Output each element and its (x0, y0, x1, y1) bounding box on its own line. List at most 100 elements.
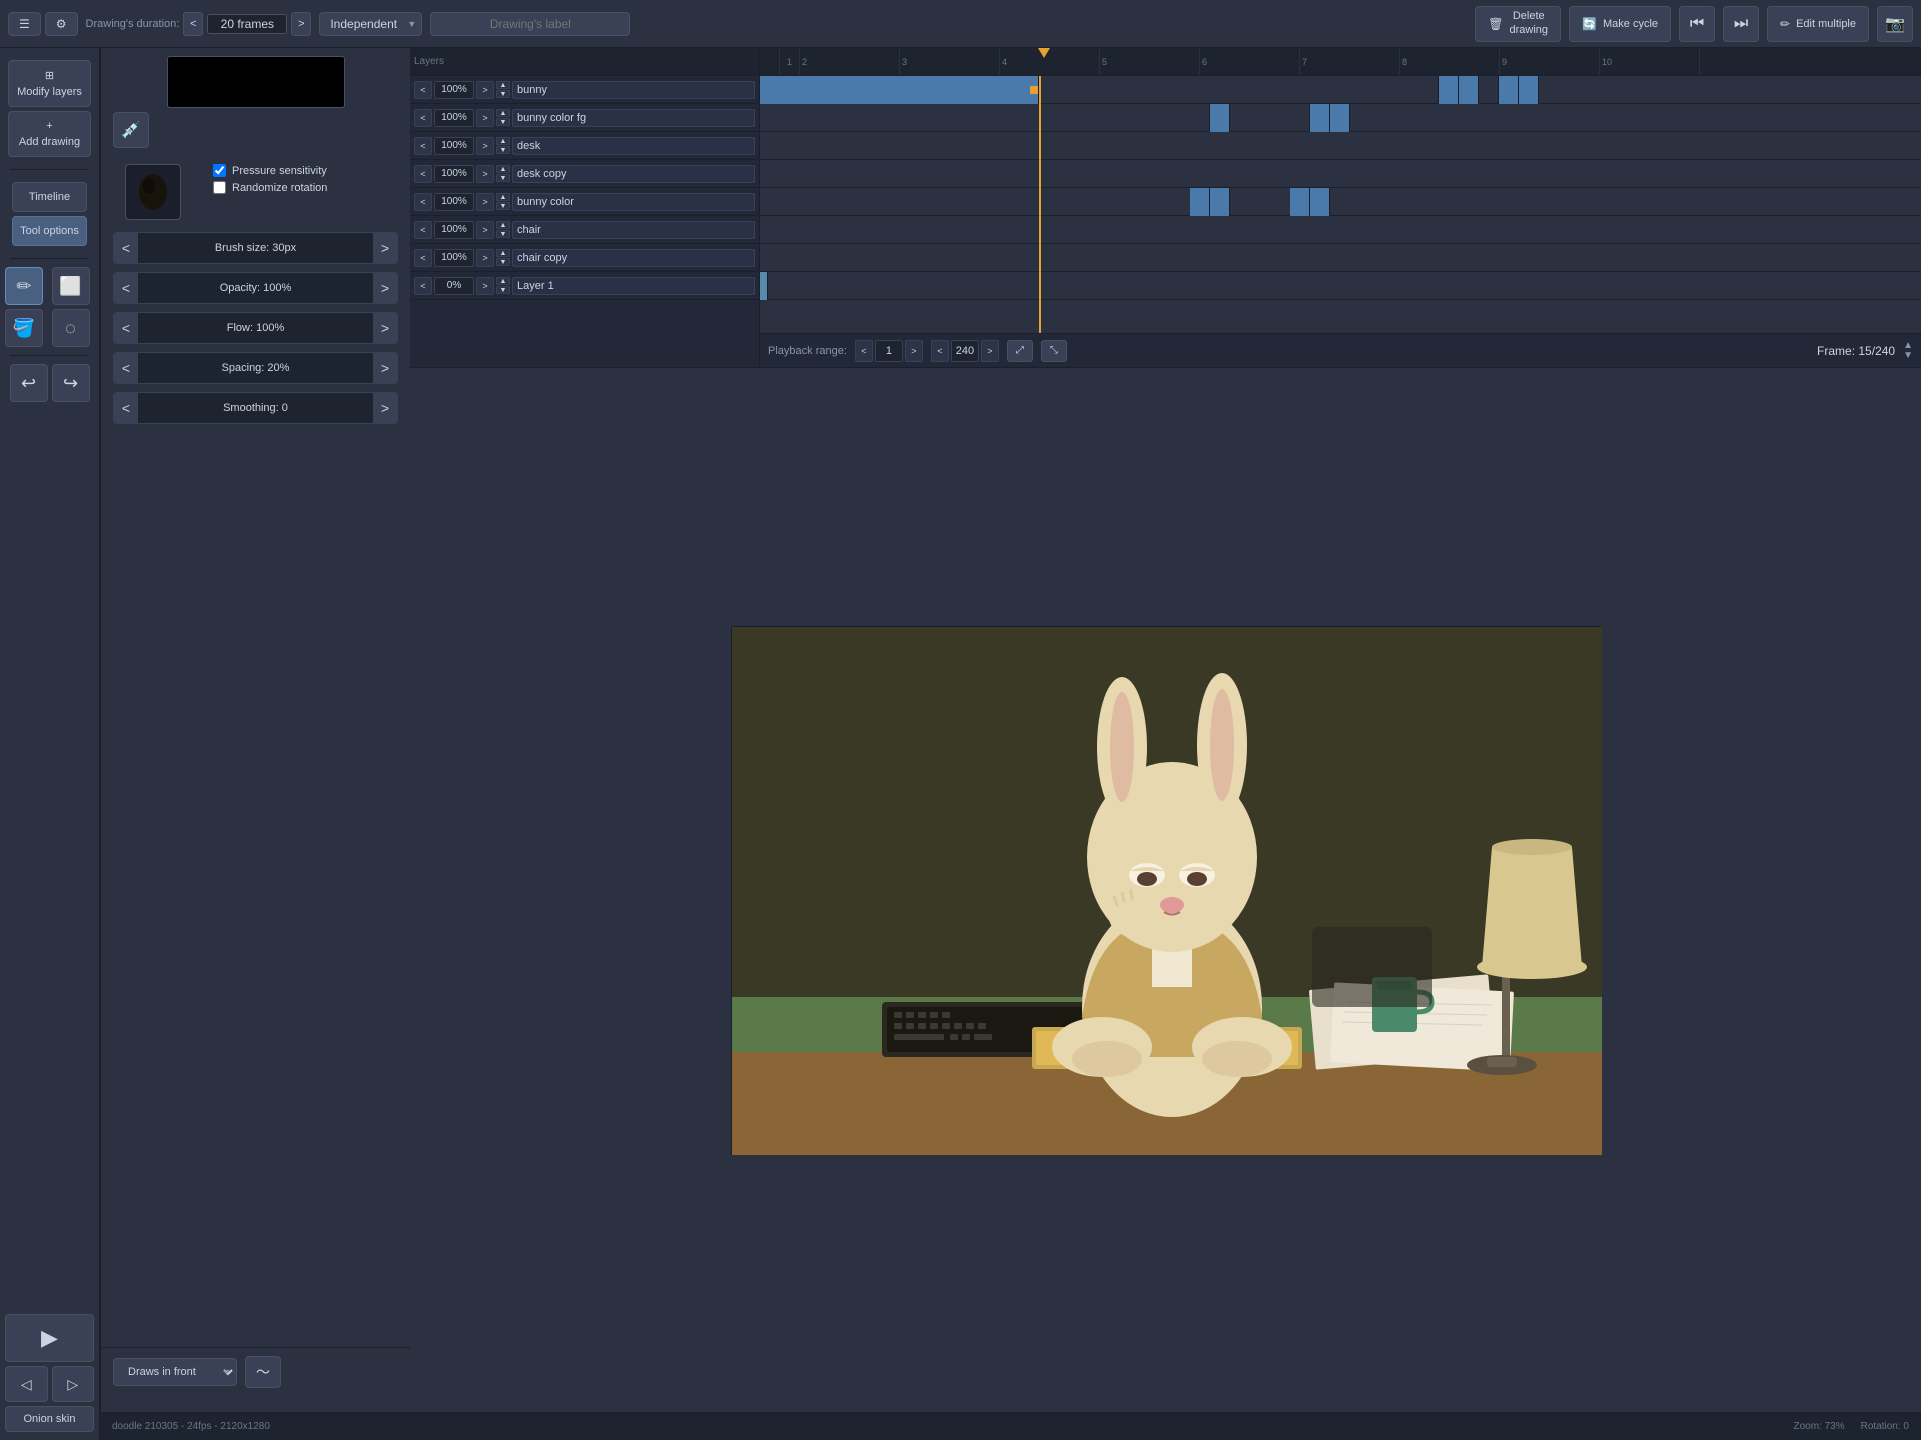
layer-arr-up-bcfg[interactable]: ▲ (496, 109, 510, 117)
eraser-tool-button[interactable]: ⬜ (52, 267, 90, 305)
flow-decrease[interactable]: < (114, 313, 138, 343)
prev-frame-button[interactable]: ⏮ (1679, 6, 1715, 42)
layer-vol-right-bc[interactable]: > (476, 193, 494, 211)
wave-button[interactable]: 〜 (245, 1356, 281, 1388)
drawing-label-input[interactable] (430, 12, 630, 36)
make-cycle-button[interactable]: 🔄 Make cycle (1569, 6, 1671, 42)
pb-start-decrease[interactable]: < (855, 340, 873, 362)
layer-vol-right-chaircopy[interactable]: > (476, 249, 494, 267)
smoothing-increase[interactable]: > (373, 393, 397, 423)
brush-size-increase[interactable]: > (373, 233, 397, 263)
add-drawing-button[interactable]: + Add drawing (8, 111, 91, 157)
layer-arr-dn-bcfg[interactable]: ▼ (496, 118, 510, 126)
opacity-decrease[interactable]: < (114, 273, 138, 303)
layer-arr-dn-bunny[interactable]: ▼ (496, 90, 510, 98)
layer-vol-right-bcfg[interactable]: > (476, 109, 494, 127)
expand-horizontal-button[interactable]: ⤡ (1041, 340, 1067, 362)
layer-vol-left-bunny[interactable]: < (414, 81, 432, 99)
layer-arr-dn-deskcopy[interactable]: ▼ (496, 174, 510, 182)
camera-button[interactable]: 📷 (1877, 6, 1913, 42)
settings-button[interactable]: ⚙ (45, 12, 78, 36)
pb-end-increase[interactable]: > (981, 340, 999, 362)
spacing-increase[interactable]: > (373, 353, 397, 383)
menu-button[interactable]: ☰ (8, 12, 41, 36)
pressure-sensitivity-checkbox[interactable] (213, 164, 226, 177)
layer-name-bunny[interactable]: bunny (512, 81, 755, 99)
layer-vol-left-deskcopy[interactable]: < (414, 165, 432, 183)
layer-name-deskcopy[interactable]: desk copy (512, 165, 755, 183)
undo-button[interactable]: ↩ (10, 364, 48, 402)
layer-name-chaircopy[interactable]: chair copy (512, 249, 755, 267)
spacing-decrease[interactable]: < (114, 353, 138, 383)
rotation-info: Rotation: 0 (1861, 1421, 1909, 1432)
layer-vol-left-desk[interactable]: < (414, 137, 432, 155)
opacity-increase[interactable]: > (373, 273, 397, 303)
layer-name-l1[interactable]: Layer 1 (512, 277, 755, 295)
layer-vol-left-chair[interactable]: < (414, 221, 432, 239)
edit-multiple-button[interactable]: ✏ Edit multiple (1767, 6, 1869, 42)
track-bunny (760, 76, 1921, 104)
lasso-tool-button[interactable]: ◌ (52, 309, 90, 347)
layer-name-chair[interactable]: chair (512, 221, 755, 239)
draws-in-front-dropdown[interactable]: Draws in front Draws behind (113, 1358, 237, 1386)
brush-size-decrease[interactable]: < (114, 233, 138, 263)
brush-tool-button[interactable]: ✏ (5, 267, 43, 305)
layer-row-bunny-color: < 100% > ▲ ▼ bunny color (410, 188, 759, 216)
layer-arr-dn-desk[interactable]: ▼ (496, 146, 510, 154)
layer-name-bcfg[interactable]: bunny color fg (512, 109, 755, 127)
layer-name-bc[interactable]: bunny color (512, 193, 755, 211)
layer-arr-up-deskcopy[interactable]: ▲ (496, 165, 510, 173)
pb-end-decrease[interactable]: < (931, 340, 949, 362)
canvas-area: BEVERLY BUNNY, P.I. (410, 368, 1921, 1412)
duration-increase-button[interactable]: > (291, 12, 311, 36)
ruler-mark-3: 3 (900, 48, 1000, 75)
layer-vol-left-bcfg[interactable]: < (414, 109, 432, 127)
scroll-down-button[interactable]: ▼ (1903, 351, 1913, 361)
layer-arr-up-bunny[interactable]: ▲ (496, 81, 510, 89)
delete-drawing-button[interactable]: 🗑 Deletedrawing (1475, 6, 1561, 42)
layer-name-desk[interactable]: desk (512, 137, 755, 155)
animation-canvas[interactable]: BEVERLY BUNNY, P.I. (731, 626, 1601, 1154)
duration-decrease-button[interactable]: < (183, 12, 203, 36)
layer-arr-up-chair[interactable]: ▲ (496, 221, 510, 229)
redo-button[interactable]: ↪ (52, 364, 90, 402)
layer-vol-left-chaircopy[interactable]: < (414, 249, 432, 267)
layer-vol-left-bc[interactable]: < (414, 193, 432, 211)
layer-arr-dn-l1[interactable]: ▼ (496, 286, 510, 294)
flow-slider: < Flow: 100% > (113, 312, 398, 344)
fill-tool-button[interactable]: 🪣 (5, 309, 43, 347)
modify-layers-button[interactable]: ⊞ Modify layers (8, 60, 91, 107)
layer-vol-right-desk[interactable]: > (476, 137, 494, 155)
onion-skin-button[interactable]: Onion skin (5, 1406, 94, 1432)
scrub-left-button[interactable]: ◁ (5, 1366, 48, 1402)
layer-arr-up-bc[interactable]: ▲ (496, 193, 510, 201)
layer-vol-right-l1[interactable]: > (476, 277, 494, 295)
randomize-rotation-checkbox[interactable] (213, 181, 226, 194)
layer-arr-dn-chair[interactable]: ▼ (496, 230, 510, 238)
pressure-sensitivity-row[interactable]: Pressure sensitivity (213, 164, 327, 177)
scroll-up-button[interactable]: ▲ (1903, 341, 1913, 351)
timeline-tab[interactable]: Timeline (12, 182, 87, 212)
layer-arr-up-l1[interactable]: ▲ (496, 277, 510, 285)
layer-vol-left-l1[interactable]: < (414, 277, 432, 295)
randomize-rotation-row[interactable]: Randomize rotation (213, 181, 327, 194)
layer-vol-right-chair[interactable]: > (476, 221, 494, 239)
smoothing-decrease[interactable]: < (114, 393, 138, 423)
expand-vertical-button[interactable]: ⤢ (1007, 340, 1033, 362)
eyedropper-button[interactable]: 💉 (113, 112, 149, 148)
pb-start-increase[interactable]: > (905, 340, 923, 362)
scrub-right-button[interactable]: ▷ (52, 1366, 95, 1402)
flow-increase[interactable]: > (373, 313, 397, 343)
layer-row-chair-copy: < 100% > ▲ ▼ chair copy (410, 244, 759, 272)
layer-arr-up-chaircopy[interactable]: ▲ (496, 249, 510, 257)
layer-arr-up-desk[interactable]: ▲ (496, 137, 510, 145)
bunny-keyframe-marker (1030, 86, 1038, 94)
independent-dropdown[interactable]: Independent Loop (319, 12, 422, 36)
layer-vol-right-bunny[interactable]: > (476, 81, 494, 99)
layer-arr-dn-bc[interactable]: ▼ (496, 202, 510, 210)
layer-vol-right-deskcopy[interactable]: > (476, 165, 494, 183)
next-frame-button[interactable]: ⏭ (1723, 6, 1759, 42)
play-button[interactable]: ▶ (5, 1314, 94, 1362)
tool-options-tab[interactable]: Tool options (12, 216, 87, 246)
layer-arr-dn-chaircopy[interactable]: ▼ (496, 258, 510, 266)
